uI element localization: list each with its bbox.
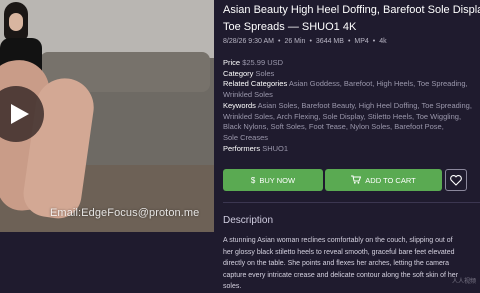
video-watermark: Email:EdgeFocus@proton.me — [50, 207, 200, 219]
related-categories[interactable]: Wrinkled Soles — [223, 90, 480, 101]
meta-quality: 4k — [379, 38, 387, 45]
dollar-icon: $ — [250, 175, 256, 185]
category-link[interactable]: Soles — [256, 69, 275, 78]
related-label: Related Categories — [223, 79, 288, 89]
add-to-cart-label: ADD TO CART — [365, 175, 416, 185]
buy-now-button[interactable]: $ BUY NOW — [223, 169, 323, 191]
keywords-list[interactable]: Asian Soles, Barefoot Beauty, High Heel … — [258, 101, 472, 110]
meta-separator: • — [277, 38, 281, 45]
product-info: Price $25.99 USD Category Soles Related … — [223, 58, 480, 154]
add-to-cart-button[interactable]: ADD TO CART — [325, 169, 442, 191]
title-line: Toe Spreads — SHUO1 4K — [223, 21, 357, 33]
meta-duration: 26 Min — [284, 38, 306, 45]
thumbnail-person-face — [9, 13, 23, 31]
description-heading: Description — [223, 215, 274, 226]
product-details: Asian Beauty High Heel Doffing, Barefoot… — [223, 0, 480, 290]
price-label: Price — [223, 58, 241, 67]
title-line: Asian Beauty High Heel Doffing, Barefoot… — [223, 4, 480, 16]
video-thumbnail[interactable]: Email:EdgeFocus@proton.me — [0, 0, 214, 232]
meta-size: 3644 MB — [315, 38, 344, 45]
description-line: A stunning Asian woman reclines comforta… — [223, 237, 453, 244]
description-line: her glossy black stiletto heels to revea… — [223, 248, 455, 256]
performers-row: Performers SHUO1 — [223, 144, 480, 155]
description-line: soles. — [223, 283, 242, 290]
price-value: $25.99 USD — [242, 58, 284, 67]
keywords-list[interactable]: Black Nylons, Soft Soles, Foot Tease, Ny… — [223, 122, 480, 133]
description-line: capture every intricate crease and delic… — [223, 271, 459, 279]
meta-separator: • — [309, 38, 312, 45]
keywords-row: Keywords Asian Soles, Barefoot Beauty, H… — [223, 101, 480, 112]
description-line: directly on the table. She points and fl… — [223, 260, 450, 267]
product-title: Asian Beauty High Heel Doffing, Barefoot… — [223, 2, 480, 36]
corner-logo: 人人视频 — [452, 279, 477, 285]
keywords-list[interactable]: Wrinkled Soles, Arch Flexing, Sole Displ… — [223, 112, 480, 123]
meta-separator: • — [372, 38, 376, 45]
performer-link[interactable]: SHUO1 — [262, 144, 288, 153]
category-row: Category Soles — [223, 69, 480, 80]
price-row: Price $25.99 USD — [223, 58, 480, 69]
meta-separator: • — [347, 38, 351, 45]
performers-label: Performers — [223, 143, 261, 153]
section-divider — [223, 202, 480, 203]
cart-icon — [351, 175, 362, 186]
play-icon — [11, 104, 29, 124]
keywords-list[interactable]: Sole Creases — [223, 133, 480, 144]
meta-date: 8/28/26 9:30 AM — [223, 38, 274, 45]
related-categories[interactable]: Asian Goddess, Barefoot, High Heels, Toe… — [289, 79, 468, 88]
buy-now-label: BUY NOW — [259, 175, 296, 185]
category-label: Category — [223, 68, 254, 78]
heart-icon — [450, 174, 462, 186]
related-row: Related Categories Asian Goddess, Barefo… — [223, 79, 480, 90]
meta-format: MP4 — [354, 38, 369, 45]
description-text: A stunning Asian woman reclines comforta… — [223, 235, 480, 293]
favorite-button[interactable] — [445, 169, 467, 191]
keywords-label: Keywords — [223, 100, 256, 110]
product-meta: 8/28/26 9:30 AM • 26 Min • 3644 MB • MP4 • 4k — [223, 38, 387, 45]
